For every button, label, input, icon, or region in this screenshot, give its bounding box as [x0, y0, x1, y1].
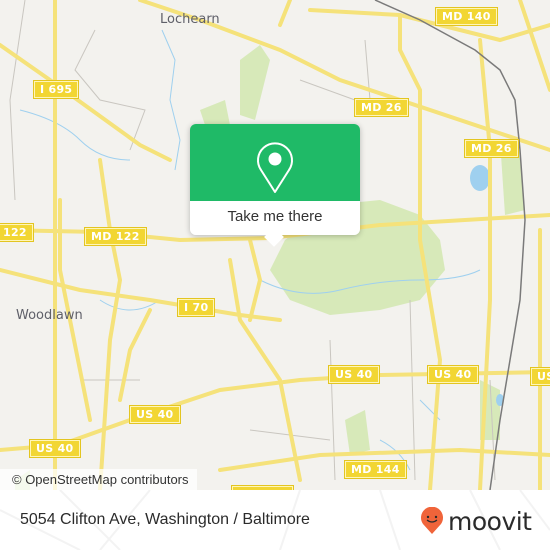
moovit-pin-icon — [421, 507, 443, 534]
place-label-woodlawn: Woodlawn — [16, 308, 83, 323]
location-pin-icon — [257, 142, 293, 193]
road-shield-md122: 122 — [0, 223, 34, 242]
destination-popup: Take me there — [190, 124, 360, 247]
popup-header — [190, 124, 360, 201]
road-shield-us40: US 40 — [427, 365, 479, 384]
footer: 5054 Clifton Ave, Washington / Baltimore… — [0, 490, 550, 550]
moovit-wordmark: moovit — [448, 506, 532, 536]
map-attribution[interactable]: © OpenStreetMap contributors — [0, 469, 197, 490]
road-shield-md26: MD 26 — [464, 139, 519, 158]
destination-address: 5054 Clifton Ave, Washington / Baltimore — [20, 511, 310, 528]
place-label-lochearn: Lochearn — [160, 12, 220, 27]
lake — [470, 165, 490, 191]
road-shield-md26: MD 26 — [354, 98, 409, 117]
road-shield-us40: US 40 — [530, 367, 550, 386]
map[interactable]: Lochearn Woodlawn MD 140 I 695 MD 26 MD … — [0, 0, 550, 490]
road-shield-i70: I 70 — [176, 298, 216, 317]
road-shield-md144: MD 144 — [344, 460, 407, 479]
moovit-logo[interactable]: moovit — [420, 506, 532, 536]
road-shield-us40: US 40 — [129, 405, 181, 424]
road-shield-i695: I 695 — [32, 80, 80, 99]
take-me-there-button[interactable]: Take me there — [190, 201, 360, 235]
road-shield-us40: US 40 — [29, 439, 81, 458]
road-shield-md122: MD 122 — [84, 227, 147, 246]
road-shield-md140: MD 140 — [435, 7, 498, 26]
road-shield-us40: US 40 — [328, 365, 380, 384]
